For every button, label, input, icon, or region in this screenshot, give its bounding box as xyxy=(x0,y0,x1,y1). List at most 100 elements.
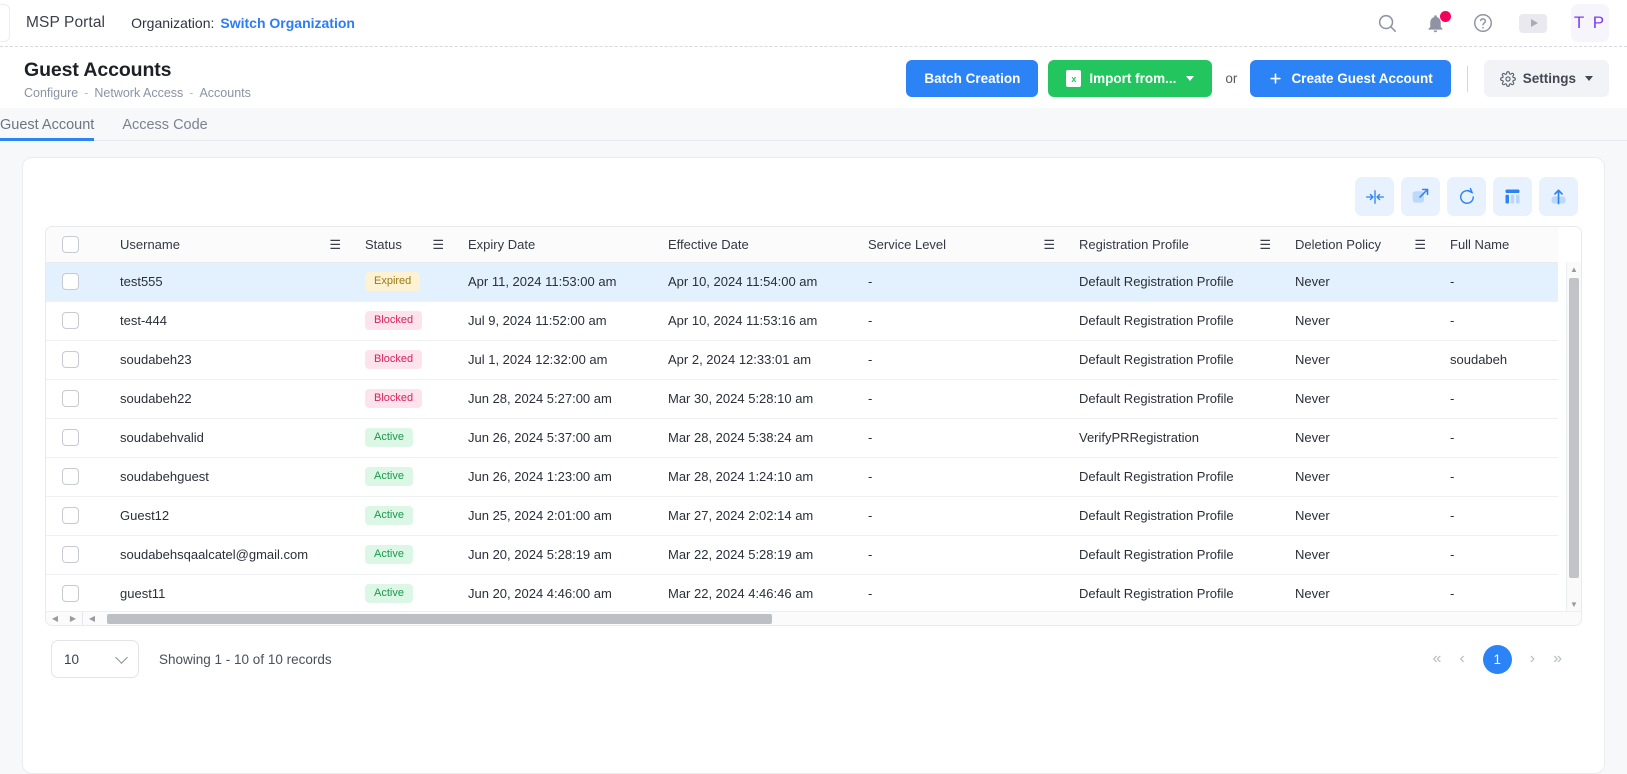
column-header-status[interactable]: Status ☰ xyxy=(353,227,456,262)
pagination-last-button[interactable]: » xyxy=(1553,650,1562,668)
cell-full-name: - xyxy=(1438,262,1558,301)
horizontal-scroll-thumb[interactable] xyxy=(107,614,772,624)
switch-organization-link[interactable]: Switch Organization xyxy=(220,15,355,31)
table-row[interactable]: test555ExpiredApr 11, 2024 11:53:00 amAp… xyxy=(46,262,1558,301)
cell-expiry-date: Jul 1, 2024 12:32:00 am xyxy=(456,340,656,379)
column-header-registration-profile[interactable]: Registration Profile ☰ xyxy=(1067,227,1283,262)
tab-guest-account[interactable]: Guest Account xyxy=(0,118,108,141)
scroll-left-arrow-icon-2[interactable]: ◀ xyxy=(83,614,101,623)
cell-effective-date: Mar 28, 2024 5:38:24 am xyxy=(656,418,856,457)
settings-button[interactable]: Settings xyxy=(1484,60,1609,97)
horizontal-scrollbar[interactable]: ◀ ▶ ◀ xyxy=(46,611,1581,625)
records-summary: Showing 1 - 10 of 10 records xyxy=(159,652,332,667)
column-menu-icon[interactable]: ☰ xyxy=(432,238,444,251)
table-row[interactable]: soudabehsqaalcatel@gmail.comActiveJun 20… xyxy=(46,535,1558,574)
row-checkbox[interactable] xyxy=(62,273,79,290)
notification-badge xyxy=(1440,11,1451,22)
column-menu-icon[interactable]: ☰ xyxy=(1259,238,1271,251)
cell-expiry-date: Jul 9, 2024 11:52:00 am xyxy=(456,301,656,340)
export-icon[interactable] xyxy=(1539,177,1578,216)
tab-access-code[interactable]: Access Code xyxy=(108,118,221,141)
status-badge: Expired xyxy=(365,272,420,290)
select-all-checkbox[interactable] xyxy=(62,236,79,253)
breadcrumb-item-accounts[interactable]: Accounts xyxy=(199,86,250,100)
scroll-left-arrow-icon[interactable]: ◀ xyxy=(46,614,64,623)
row-checkbox[interactable] xyxy=(62,546,79,563)
table-row[interactable]: Guest12ActiveJun 25, 2024 2:01:00 amMar … xyxy=(46,496,1558,535)
row-checkbox[interactable] xyxy=(62,312,79,329)
row-checkbox[interactable] xyxy=(62,585,79,602)
cell-registration-profile: Default Registration Profile xyxy=(1067,262,1283,301)
sidebar-collapsed-stub[interactable] xyxy=(0,4,10,42)
pagination: « ‹ 1 › » xyxy=(1433,645,1576,674)
tab-guest-account-label: Guest Account xyxy=(0,117,94,133)
cell-full-name: - xyxy=(1438,457,1558,496)
column-header-service-level[interactable]: Service Level ☰ xyxy=(856,227,1067,262)
columns-icon[interactable] xyxy=(1493,177,1532,216)
scroll-down-arrow-icon[interactable]: ▼ xyxy=(1567,597,1581,611)
row-select-cell xyxy=(46,262,108,301)
cell-expiry-date: Jun 20, 2024 5:28:19 am xyxy=(456,535,656,574)
help-icon[interactable] xyxy=(1471,11,1495,35)
tab-access-code-label: Access Code xyxy=(122,117,207,133)
table-row[interactable]: soudabeh22BlockedJun 28, 2024 5:27:00 am… xyxy=(46,379,1558,418)
vertical-scroll-thumb[interactable] xyxy=(1569,278,1579,578)
row-select-cell xyxy=(46,379,108,418)
pagination-next-button[interactable]: › xyxy=(1530,650,1535,668)
cell-service-level: - xyxy=(856,340,1067,379)
row-checkbox[interactable] xyxy=(62,468,79,485)
column-menu-icon[interactable]: ☰ xyxy=(1414,238,1426,251)
page-size-value: 10 xyxy=(64,652,79,667)
row-checkbox[interactable] xyxy=(62,507,79,524)
row-select-cell xyxy=(46,535,108,574)
fit-columns-icon[interactable] xyxy=(1355,177,1394,216)
column-header-effective-date[interactable]: Effective Date xyxy=(656,227,856,262)
column-header-status-label: Status xyxy=(365,237,402,252)
column-menu-icon[interactable]: ☰ xyxy=(329,238,341,251)
cell-full-name: soudabeh xyxy=(1438,340,1558,379)
expand-icon[interactable] xyxy=(1401,177,1440,216)
batch-creation-button[interactable]: Batch Creation xyxy=(906,60,1038,97)
table-toolbar xyxy=(45,172,1582,226)
horizontal-scroll-track[interactable] xyxy=(101,612,1581,626)
row-checkbox[interactable] xyxy=(62,351,79,368)
pagination-first-button[interactable]: « xyxy=(1433,650,1442,668)
user-avatar[interactable]: T P xyxy=(1571,4,1609,42)
notifications-bell-icon[interactable] xyxy=(1423,11,1447,35)
columns-glyph xyxy=(1502,186,1523,207)
column-header-expiry-date[interactable]: Expiry Date xyxy=(456,227,656,262)
table-row[interactable]: soudabeh23BlockedJul 1, 2024 12:32:00 am… xyxy=(46,340,1558,379)
pagination-prev-button[interactable]: ‹ xyxy=(1459,650,1464,668)
table-row[interactable]: guest11ActiveJun 20, 2024 4:46:00 amMar … xyxy=(46,574,1558,613)
cell-service-level: - xyxy=(856,262,1067,301)
vertical-scrollbar[interactable]: ▲ ▼ xyxy=(1566,262,1581,611)
breadcrumb-item-network-access[interactable]: Network Access xyxy=(94,86,183,100)
table-row[interactable]: soudabehguestActiveJun 26, 2024 1:23:00 … xyxy=(46,457,1558,496)
cell-full-name: - xyxy=(1438,379,1558,418)
import-from-button[interactable]: x Import from... xyxy=(1048,60,1212,97)
pagination-page-1[interactable]: 1 xyxy=(1483,645,1512,674)
scroll-right-arrow-icon[interactable]: ▶ xyxy=(64,614,82,623)
column-menu-icon[interactable]: ☰ xyxy=(1043,238,1055,251)
scroll-up-arrow-icon[interactable]: ▲ xyxy=(1567,262,1581,276)
organization-switcher: Organization: Switch Organization xyxy=(131,15,355,31)
column-header-full-name[interactable]: Full Name xyxy=(1438,227,1558,262)
row-checkbox[interactable] xyxy=(62,429,79,446)
cell-registration-profile: VerifyPRRegistration xyxy=(1067,418,1283,457)
cell-status: Blocked xyxy=(353,379,456,418)
row-checkbox[interactable] xyxy=(62,390,79,407)
organization-label: Organization: xyxy=(131,15,214,31)
guest-accounts-table-element: Username ☰ Status ☰ Expiry Date Effectiv… xyxy=(46,227,1558,626)
search-icon[interactable] xyxy=(1375,11,1399,35)
cell-deletion-policy: Never xyxy=(1283,535,1438,574)
page-size-select[interactable]: 10 xyxy=(51,640,139,678)
create-guest-account-button[interactable]: Create Guest Account xyxy=(1250,60,1450,97)
cell-effective-date: Apr 10, 2024 11:53:16 am xyxy=(656,301,856,340)
video-tutorial-icon[interactable] xyxy=(1519,14,1547,33)
table-row[interactable]: soudabehvalidActiveJun 26, 2024 5:37:00 … xyxy=(46,418,1558,457)
table-row[interactable]: test-444BlockedJul 9, 2024 11:52:00 amAp… xyxy=(46,301,1558,340)
breadcrumb-item-configure[interactable]: Configure xyxy=(24,86,78,100)
refresh-icon[interactable] xyxy=(1447,177,1486,216)
column-header-deletion-policy[interactable]: Deletion Policy ☰ xyxy=(1283,227,1438,262)
column-header-username[interactable]: Username ☰ xyxy=(108,227,353,262)
